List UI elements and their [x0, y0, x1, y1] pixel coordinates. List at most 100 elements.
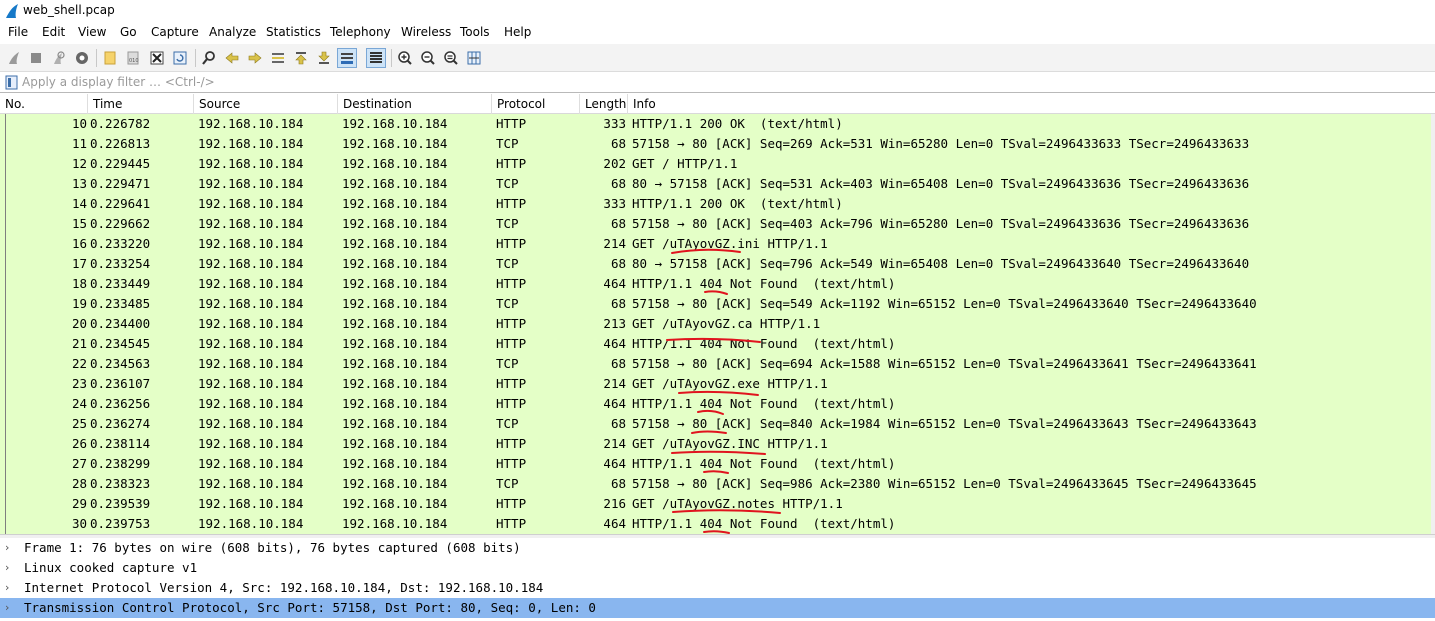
start-capture-icon[interactable]: [4, 48, 24, 68]
packet-row[interactable]: 24 0.236256 192.168.10.184 192.168.10.184 HT…: [0, 394, 1431, 414]
packet-row[interactable]: 19 0.233485 192.168.10.184 192.168.10.184 TC…: [0, 294, 1431, 314]
cell-protocol: HTTP: [496, 336, 527, 351]
go-to-packet-icon[interactable]: [268, 48, 288, 68]
packet-row[interactable]: 20 0.234400 192.168.10.184 192.168.10.184 HT…: [0, 314, 1431, 334]
zoom-out-icon[interactable]: [418, 48, 438, 68]
packet-row[interactable]: 26 0.238114 192.168.10.184 192.168.10.184 HT…: [0, 434, 1431, 454]
packet-row[interactable]: 15 0.229662 192.168.10.184 192.168.10.184 TC…: [0, 214, 1431, 234]
cell-protocol: HTTP: [496, 436, 527, 451]
cell-length: 464: [603, 456, 626, 471]
cell-time: 0.229445: [90, 156, 151, 171]
packet-row[interactable]: 29 0.239539 192.168.10.184 192.168.10.184 HT…: [0, 494, 1431, 514]
packet-row[interactable]: 30 0.239753 192.168.10.184 192.168.10.184 HT…: [0, 514, 1431, 534]
cell-no: 23: [71, 376, 87, 391]
detail-tree-item[interactable]: › Internet Protocol Version 4, Src: 192.1…: [0, 578, 1435, 598]
packet-row[interactable]: 21 0.234545 192.168.10.184 192.168.10.184 HT…: [0, 334, 1431, 354]
cell-time: 0.236107: [90, 376, 151, 391]
packet-row[interactable]: 18 0.233449 192.168.10.184 192.168.10.184 HT…: [0, 274, 1431, 294]
packet-row[interactable]: 23 0.236107 192.168.10.184 192.168.10.184 HT…: [0, 374, 1431, 394]
menu-wireless[interactable]: Wireless: [401, 25, 451, 39]
open-file-icon[interactable]: [100, 48, 120, 68]
cell-destination: 192.168.10.184: [342, 296, 448, 311]
packet-row[interactable]: 14 0.229641 192.168.10.184 192.168.10.184 HT…: [0, 194, 1431, 214]
title-bar: web_shell.pcap: [0, 0, 1435, 22]
expand-arrow-icon[interactable]: ›: [5, 558, 17, 578]
detail-tree-item[interactable]: › Linux cooked capture v1: [0, 558, 1435, 578]
resize-columns-icon[interactable]: [464, 48, 484, 68]
cell-source: 192.168.10.184: [198, 436, 304, 451]
display-filter-input[interactable]: [22, 73, 1432, 91]
menu-analyze[interactable]: Analyze: [209, 25, 256, 39]
capture-options-icon[interactable]: [72, 48, 92, 68]
column-header-source[interactable]: Source: [194, 94, 338, 114]
menu-capture[interactable]: Capture: [151, 25, 199, 39]
display-filter-bar: [0, 72, 1435, 93]
cell-source: 192.168.10.184: [198, 396, 304, 411]
zoom-in-icon[interactable]: [395, 48, 415, 68]
cell-destination: 192.168.10.184: [342, 176, 448, 191]
go-first-icon[interactable]: [291, 48, 311, 68]
packet-row[interactable]: 12 0.229445 192.168.10.184 192.168.10.184 HT…: [0, 154, 1431, 174]
go-back-icon[interactable]: [222, 48, 242, 68]
menu-view[interactable]: View: [78, 25, 106, 39]
cell-info: 57158 → 80 [ACK] Seq=549 Ack=1192 Win=65…: [632, 296, 1257, 311]
menu-tools[interactable]: Tools: [460, 25, 490, 39]
column-header-no[interactable]: No.: [0, 94, 88, 114]
detail-tree-item[interactable]: › Transmission Control Protocol, Src Port…: [0, 598, 1435, 618]
menu-edit[interactable]: Edit: [42, 25, 65, 39]
cell-length: 464: [603, 276, 626, 291]
filter-bookmark-icon[interactable]: [5, 75, 18, 90]
normal-size-icon[interactable]: [441, 48, 461, 68]
menu-help[interactable]: Help: [504, 25, 531, 39]
close-file-icon[interactable]: [147, 48, 167, 68]
cell-time: 0.239539: [90, 496, 151, 511]
colorize-icon[interactable]: [366, 48, 386, 68]
menu-statistics[interactable]: Statistics: [266, 25, 321, 39]
packet-row[interactable]: 16 0.233220 192.168.10.184 192.168.10.184 HT…: [0, 234, 1431, 254]
packet-row[interactable]: 22 0.234563 192.168.10.184 192.168.10.184 TC…: [0, 354, 1431, 374]
packet-row[interactable]: 10 0.226782 192.168.10.184 192.168.10.184 HT…: [0, 114, 1431, 134]
autoscroll-icon[interactable]: [337, 48, 357, 68]
packet-details-pane[interactable]: › Frame 1: 76 bytes on wire (608 bits), 7…: [0, 538, 1435, 621]
packet-row[interactable]: 25 0.236274 192.168.10.184 192.168.10.184 TC…: [0, 414, 1431, 434]
cell-length: 333: [603, 116, 626, 131]
reload-file-icon[interactable]: [170, 48, 190, 68]
detail-text: Internet Protocol Version 4, Src: 192.16…: [24, 580, 544, 595]
packet-row[interactable]: 28 0.238323 192.168.10.184 192.168.10.184 TC…: [0, 474, 1431, 494]
related-packet-line: [0, 154, 11, 174]
column-header-protocol[interactable]: Protocol: [492, 94, 580, 114]
expand-arrow-icon[interactable]: ›: [5, 538, 17, 558]
packet-row[interactable]: 13 0.229471 192.168.10.184 192.168.10.184 TC…: [0, 174, 1431, 194]
find-packet-icon[interactable]: [199, 48, 219, 68]
cell-protocol: TCP: [496, 176, 519, 191]
detail-tree-item[interactable]: › Frame 1: 76 bytes on wire (608 bits), 7…: [0, 538, 1435, 558]
cell-source: 192.168.10.184: [198, 256, 304, 271]
cell-no: 28: [71, 476, 87, 491]
cell-no: 12: [71, 156, 87, 171]
column-header-info[interactable]: Info: [628, 94, 1435, 114]
column-header-destination[interactable]: Destination: [338, 94, 492, 114]
expand-arrow-icon[interactable]: ›: [5, 598, 17, 618]
expand-arrow-icon[interactable]: ›: [5, 578, 17, 598]
menu-telephony[interactable]: Telephony: [330, 25, 391, 39]
cell-time: 0.233485: [90, 296, 151, 311]
menu-file[interactable]: File: [8, 25, 28, 39]
stop-capture-icon[interactable]: [26, 48, 46, 68]
menu-go[interactable]: Go: [120, 25, 137, 39]
cell-protocol: HTTP: [496, 316, 527, 331]
go-last-icon[interactable]: [314, 48, 334, 68]
packet-row[interactable]: 11 0.226813 192.168.10.184 192.168.10.184 TC…: [0, 134, 1431, 154]
packet-row[interactable]: 17 0.233254 192.168.10.184 192.168.10.184 TC…: [0, 254, 1431, 274]
go-forward-icon[interactable]: [245, 48, 265, 68]
column-header-length[interactable]: Length: [580, 94, 628, 114]
cell-info: GET /uTAyovGZ.notes HTTP/1.1: [632, 496, 843, 511]
packet-list-scrollbar[interactable]: [1431, 114, 1435, 534]
column-header-time[interactable]: Time: [88, 94, 194, 114]
cell-info: GET /uTAyovGZ.INC HTTP/1.1: [632, 436, 828, 451]
packet-list[interactable]: 10 0.226782 192.168.10.184 192.168.10.184 HT…: [0, 114, 1431, 534]
restart-capture-icon[interactable]: [48, 48, 68, 68]
cell-info: HTTP/1.1 200 OK (text/html): [632, 116, 843, 131]
save-file-icon[interactable]: 010: [123, 48, 143, 68]
cell-destination: 192.168.10.184: [342, 136, 448, 151]
packet-row[interactable]: 27 0.238299 192.168.10.184 192.168.10.184 HT…: [0, 454, 1431, 474]
